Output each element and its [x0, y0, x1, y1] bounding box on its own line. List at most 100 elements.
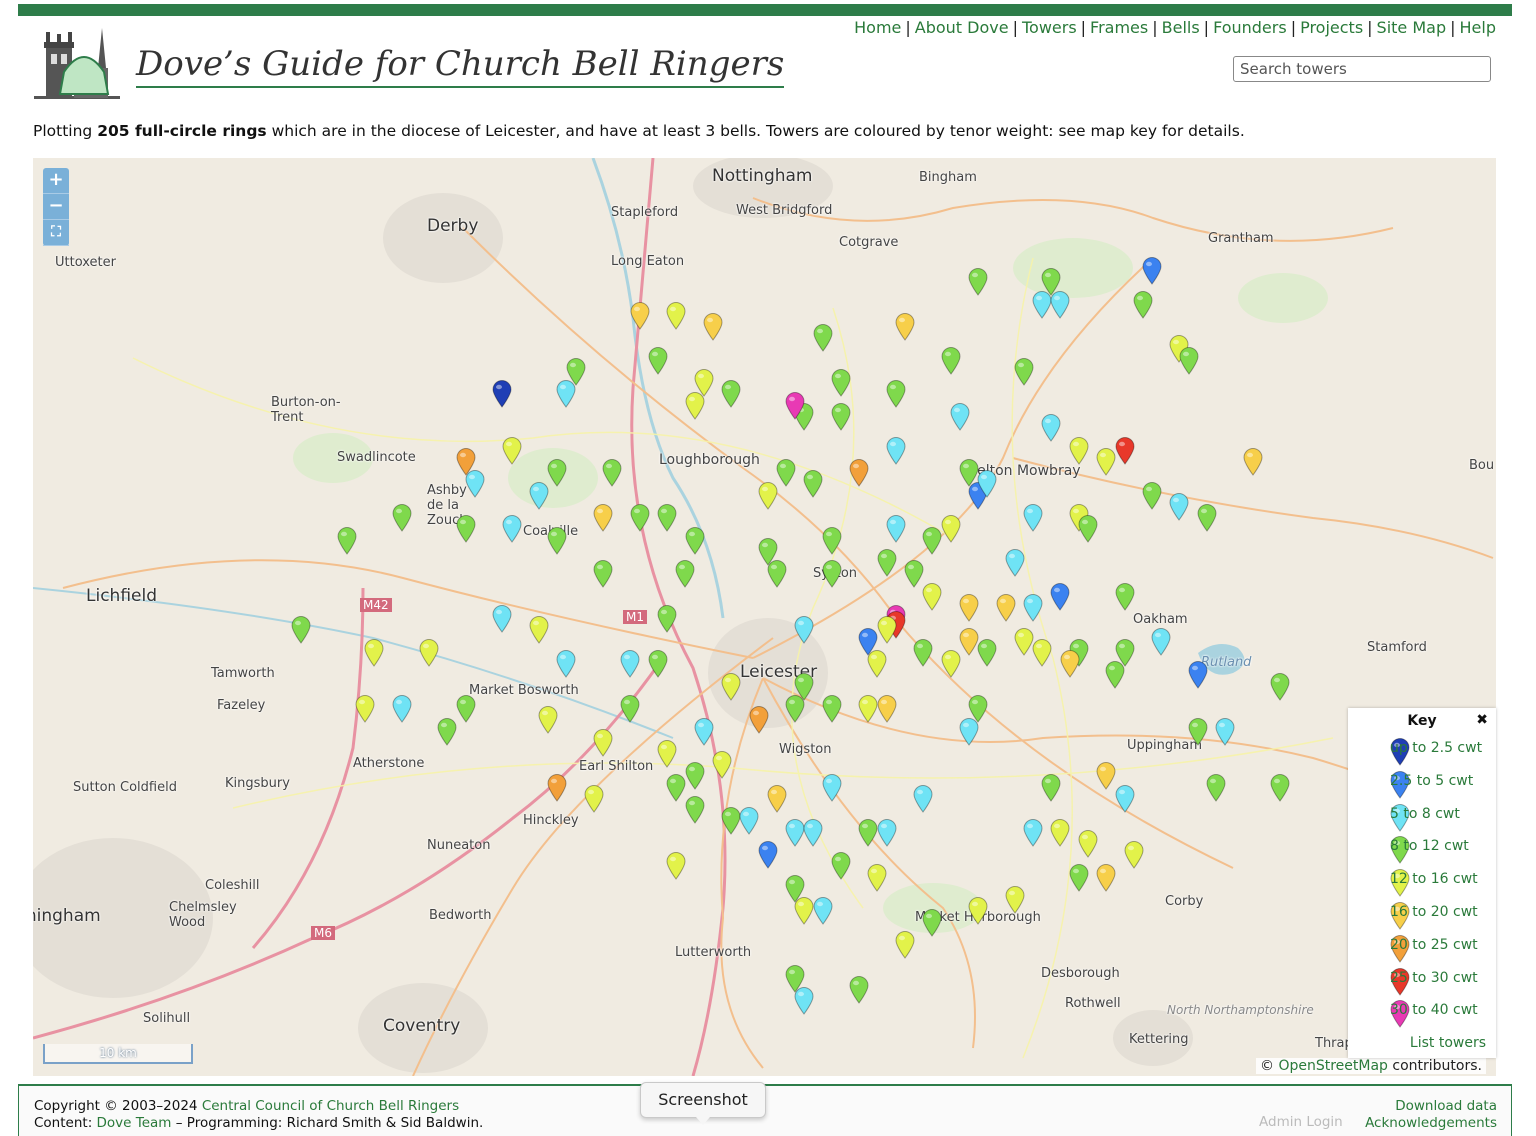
tower-marker[interactable] — [977, 638, 997, 667]
tower-marker[interactable] — [502, 436, 522, 465]
tower-marker[interactable] — [867, 650, 887, 678]
tower-marker[interactable] — [1014, 357, 1034, 386]
nav-founders[interactable]: Founders — [1213, 18, 1287, 37]
tower-marker[interactable] — [1060, 650, 1080, 678]
nav-home[interactable]: Home — [854, 18, 901, 37]
tower-marker[interactable] — [877, 695, 897, 723]
tower-marker[interactable] — [1041, 773, 1061, 802]
tower-marker[interactable] — [593, 728, 613, 757]
tower-marker[interactable] — [886, 515, 906, 544]
tower-marker[interactable] — [913, 784, 933, 813]
tower-marker[interactable] — [1124, 841, 1144, 869]
tower-marker[interactable] — [547, 773, 567, 802]
cccbr-link[interactable]: Central Council of Church Bell Ringers — [202, 1098, 459, 1114]
tower-marker[interactable] — [794, 897, 814, 926]
tower-marker[interactable] — [1096, 762, 1116, 791]
tower-marker[interactable] — [959, 593, 979, 622]
tower-marker[interactable] — [895, 313, 915, 341]
tower-marker[interactable] — [684, 796, 705, 825]
tower-marker[interactable] — [684, 526, 705, 555]
tower-marker[interactable] — [1115, 436, 1135, 465]
tower-marker[interactable] — [492, 605, 512, 633]
tower-marker[interactable] — [785, 818, 805, 847]
tower-marker[interactable] — [675, 560, 695, 589]
tower-marker[interactable] — [886, 380, 906, 409]
tower-marker[interactable] — [657, 504, 677, 532]
tower-marker[interactable] — [1270, 773, 1290, 802]
openstreetmap-link[interactable]: OpenStreetMap — [1278, 1058, 1387, 1074]
tower-marker[interactable] — [355, 695, 375, 723]
search-input[interactable] — [1233, 56, 1491, 82]
tower-marker[interactable] — [1023, 504, 1043, 532]
tower-marker[interactable] — [858, 818, 878, 847]
tower-marker[interactable] — [877, 548, 897, 577]
tower-marker[interactable] — [364, 638, 384, 667]
tower-marker[interactable] — [922, 582, 942, 611]
tower-marker[interactable] — [392, 504, 412, 532]
tower-marker[interactable] — [1023, 593, 1043, 622]
tower-marker[interactable] — [1050, 290, 1070, 319]
acknowledgements-link[interactable]: Acknowledgements — [1365, 1115, 1497, 1132]
tower-marker[interactable] — [858, 695, 878, 723]
download-data-link[interactable]: Download data — [1365, 1098, 1497, 1115]
tower-marker[interactable] — [556, 650, 576, 678]
tower-marker[interactable] — [776, 459, 796, 487]
tower-marker[interactable] — [1142, 481, 1162, 510]
tower-marker[interactable] — [1215, 717, 1235, 746]
tower-marker[interactable] — [1151, 627, 1171, 656]
nav-projects[interactable]: Projects — [1300, 18, 1363, 37]
tower-marker[interactable] — [437, 717, 457, 746]
tower-marker[interactable] — [337, 526, 357, 555]
tower-marker[interactable] — [1032, 638, 1052, 667]
tower-marker[interactable] — [950, 402, 970, 431]
tower-marker[interactable] — [1096, 863, 1116, 892]
tower-marker[interactable] — [794, 616, 814, 645]
tower-marker[interactable] — [904, 560, 924, 589]
tower-marker[interactable] — [721, 807, 741, 836]
tower-marker[interactable] — [456, 515, 476, 544]
tower-marker[interactable] — [922, 526, 942, 555]
tower-marker[interactable] — [584, 784, 604, 813]
tower-marker[interactable] — [666, 773, 686, 802]
tower-marker[interactable] — [1243, 447, 1263, 476]
zoom-out-button[interactable]: − — [43, 194, 69, 220]
tower-marker[interactable] — [996, 593, 1016, 622]
tower-marker[interactable] — [529, 616, 549, 645]
tower-marker[interactable] — [648, 650, 668, 678]
nav-site-map[interactable]: Site Map — [1377, 18, 1447, 37]
tower-marker[interactable] — [1270, 672, 1290, 701]
tower-marker[interactable] — [1023, 818, 1043, 847]
list-towers-link[interactable]: List towers — [1410, 1035, 1486, 1051]
tower-marker[interactable] — [922, 908, 942, 937]
tower-marker[interactable] — [968, 268, 988, 296]
tower-marker[interactable] — [556, 380, 576, 409]
tower-marker[interactable] — [886, 436, 906, 465]
tower-marker[interactable] — [758, 841, 778, 869]
tower-map[interactable]: Nottingham Bingham Derby Stapleford West… — [33, 158, 1496, 1076]
tower-marker[interactable] — [684, 391, 705, 420]
tower-marker[interactable] — [684, 762, 705, 791]
tower-marker[interactable] — [849, 975, 869, 1004]
tower-marker[interactable] — [803, 818, 823, 847]
tower-marker[interactable] — [822, 526, 842, 555]
tower-marker[interactable] — [392, 695, 412, 723]
dove-team-link[interactable]: Dove Team — [97, 1115, 172, 1131]
tower-marker[interactable] — [831, 852, 851, 881]
tower-marker[interactable] — [867, 863, 887, 892]
tower-marker[interactable] — [666, 301, 686, 330]
tower-marker[interactable] — [657, 605, 677, 633]
tower-marker[interactable] — [1142, 256, 1162, 285]
tower-marker[interactable] — [666, 852, 686, 881]
tower-marker[interactable] — [657, 740, 677, 768]
tower-marker[interactable] — [721, 380, 741, 409]
tower-marker[interactable] — [1105, 661, 1125, 690]
tower-marker[interactable] — [785, 695, 805, 723]
tower-marker[interactable] — [291, 616, 311, 645]
tower-marker[interactable] — [1115, 784, 1135, 813]
tower-marker[interactable] — [803, 470, 823, 499]
tower-marker[interactable] — [767, 560, 787, 589]
tower-marker[interactable] — [849, 459, 869, 487]
tower-marker[interactable] — [822, 695, 842, 723]
tower-marker[interactable] — [419, 638, 439, 667]
tower-marker[interactable] — [941, 650, 961, 678]
